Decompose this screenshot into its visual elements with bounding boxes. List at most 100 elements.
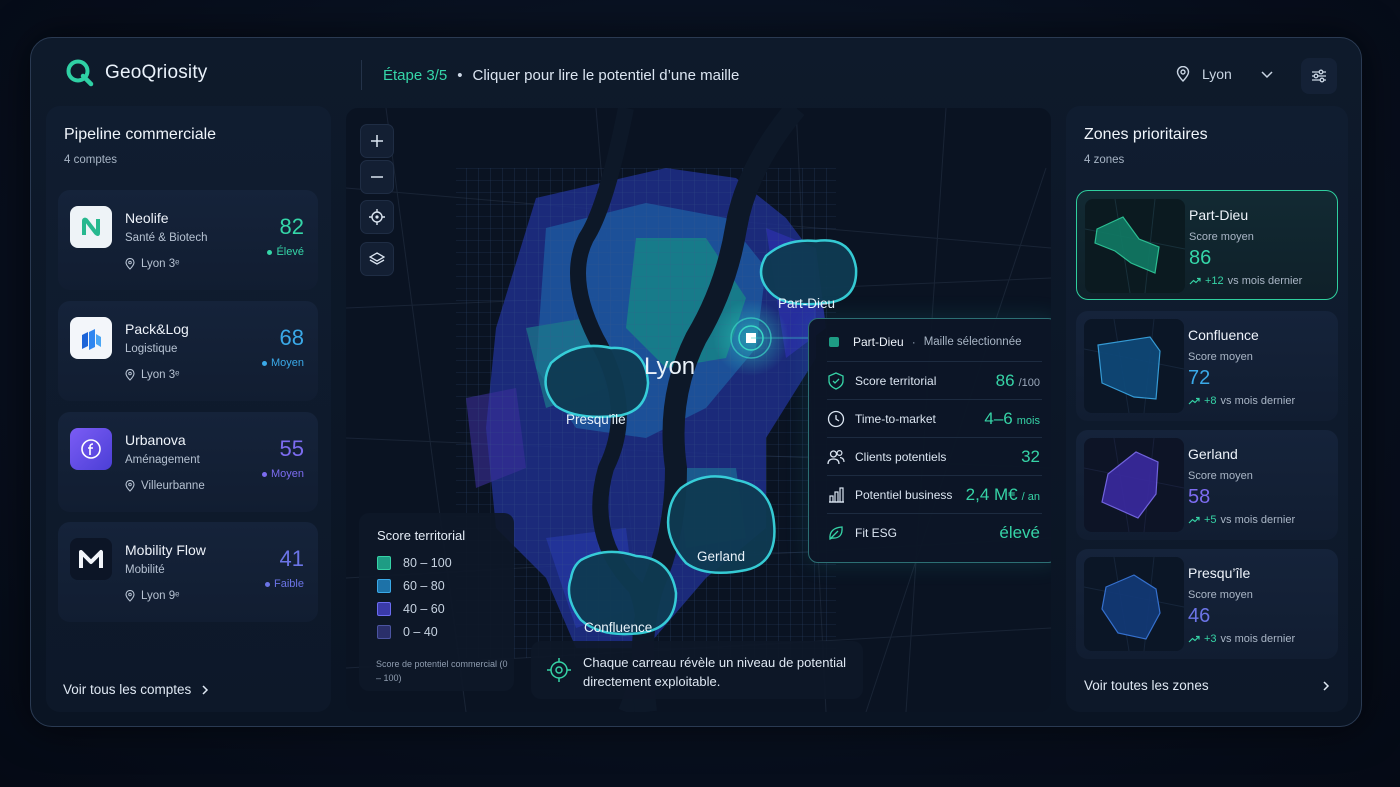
account-level-text: Moyen	[270, 357, 304, 369]
zone-score: 72	[1188, 367, 1211, 389]
account-name: Neolife	[125, 210, 169, 226]
level-dot	[261, 360, 267, 366]
see-all-accounts-link[interactable]: Voir tous les comptes	[63, 682, 209, 697]
zone-score: 86	[1189, 247, 1212, 269]
area-presquile[interactable]	[544, 344, 650, 419]
minus-icon	[371, 176, 383, 178]
popup-row-value: élevé	[999, 523, 1040, 543]
mobility-logo-icon	[79, 550, 103, 568]
popup-row-unit: /100	[1018, 376, 1040, 389]
zone-delta: +8 vs mois dernier	[1188, 395, 1295, 407]
account-location: Lyon 9ᵉ	[125, 590, 179, 602]
area-part-dieu[interactable]	[759, 239, 858, 306]
zone-name: Gerland	[1188, 446, 1238, 462]
level-dot	[261, 471, 267, 477]
account-sector: Logistique	[125, 343, 178, 355]
step-separator: •	[457, 67, 463, 84]
popup-row-label: Potentiel business	[855, 487, 953, 502]
see-all-zones-link[interactable]: Voir toutes les zones	[1084, 678, 1330, 693]
popup-row-value: 32	[1021, 447, 1040, 467]
popup-subtitle: Maille sélectionnée	[923, 336, 1022, 348]
zone-delta: +12 vs mois dernier	[1189, 275, 1302, 287]
zone-score-label: Score moyen	[1189, 231, 1254, 243]
account-location: Lyon 3ᵉ	[125, 258, 179, 270]
zoom-out-button[interactable]	[360, 160, 394, 194]
account-card[interactable]: Neolife Santé & Biotech Lyon 3ᵉ 82 Élevé	[58, 190, 318, 290]
location-pin-icon	[125, 369, 135, 381]
see-all-zones-label: Voir toutes les zones	[1084, 678, 1209, 693]
popup-row-value: 2,4 M€ / an	[966, 485, 1040, 505]
account-score: 82	[279, 214, 304, 239]
popup-row-business: Potentiel business 2,4 M€ / an	[827, 475, 1042, 513]
area-label-part-dieu: Part-Dieu	[778, 296, 836, 311]
level-dot	[265, 581, 271, 587]
account-level-text: Faible	[274, 578, 304, 590]
legend-item: 0 – 40	[377, 625, 438, 639]
legend-swatch	[377, 625, 391, 639]
urbanova-logo	[70, 428, 112, 470]
legend-item: 60 – 80	[377, 579, 445, 593]
zone-card[interactable]: Gerland Score moyen 58 +5 vs mois dernier	[1076, 430, 1338, 540]
zone-card[interactable]: Presqu’île Score moyen 46 +3 vs mois dern…	[1076, 549, 1338, 659]
zone-name: Confluence	[1188, 327, 1259, 343]
target-icon	[547, 658, 571, 682]
filters-button[interactable]	[1301, 58, 1337, 94]
app-logo[interactable]: GeoQriosity	[65, 58, 208, 88]
trend-up-icon	[1189, 277, 1201, 285]
layers-button[interactable]	[360, 242, 394, 276]
legend-item: 80 – 100	[377, 556, 452, 570]
hint-banner: Chaque carreau révèle un niveau de poten…	[531, 641, 863, 699]
account-score: 68	[279, 325, 304, 350]
zone-score-label: Score moyen	[1188, 470, 1253, 482]
zone-name: Presqu’île	[1188, 565, 1251, 581]
zone-delta: +3 vs mois dernier	[1188, 633, 1295, 645]
legend-item-label: 40 – 60	[403, 602, 445, 616]
map-view[interactable]: Part-Dieu Presqu'île Gerland Confluence …	[346, 108, 1051, 712]
chevron-right-icon	[202, 684, 209, 695]
city-dropdown[interactable]: Lyon	[1176, 66, 1274, 82]
account-location-text: Lyon 3ᵉ	[141, 369, 180, 381]
bar-chart-icon	[829, 486, 844, 503]
account-level: Élevé	[267, 246, 304, 258]
account-card[interactable]: Urbanova Aménagement Villeurbanne 55 Moy…	[58, 412, 318, 512]
hint-text: Chaque carreau révèle un niveau de poten…	[583, 655, 847, 689]
zone-thumbnail	[1084, 557, 1184, 651]
account-card[interactable]: Pack&Log Logistique Lyon 3ᵉ 68 Moyen	[58, 301, 318, 401]
location-pin-icon	[1176, 66, 1190, 82]
legend-item-label: 0 – 40	[403, 625, 438, 639]
account-card[interactable]: Mobility Flow Mobilité Lyon 9ᵉ 41 Faible	[58, 522, 318, 622]
packlog-logo	[70, 317, 112, 359]
zoom-in-button[interactable]	[360, 124, 394, 158]
users-icon	[827, 449, 845, 464]
account-location-text: Lyon 9ᵉ	[141, 590, 180, 602]
legend-note: Score de potentiel commercial (0 – 100)	[376, 659, 508, 683]
plus-icon	[371, 135, 383, 147]
location-pin-icon	[125, 590, 135, 602]
app-window: GeoQriosity Étape 3/5 • Cliquer pour lir…	[30, 37, 1362, 727]
zone-card[interactable]: Confluence Score moyen 72 +8 vs mois dern…	[1076, 311, 1338, 421]
legend-swatch	[377, 602, 391, 616]
popup-row-value-number: 4–6	[984, 408, 1013, 428]
area-label-confluence: Confluence	[584, 620, 653, 635]
popup-row-unit: mois	[1016, 414, 1040, 427]
account-sector: Santé & Biotech	[125, 232, 208, 244]
account-score: 55	[279, 436, 304, 461]
popup-row-label: Clients potentiels	[855, 449, 947, 464]
popup-row-value-number: 32	[1021, 446, 1040, 466]
account-score: 41	[279, 546, 304, 571]
mobility-logo	[70, 538, 112, 580]
zone-score-label: Score moyen	[1188, 351, 1253, 363]
crosshair-icon	[369, 209, 385, 225]
area-label-gerland: Gerland	[697, 549, 746, 564]
account-sector: Mobilité	[125, 564, 165, 576]
app-name: GeoQriosity	[105, 62, 208, 83]
popup-row-time: Time-to-market 4–6 mois	[827, 399, 1042, 437]
pipeline-panel: Pipeline commerciale 4 comptes Neolife S…	[46, 106, 331, 712]
account-level-text: Élevé	[276, 246, 304, 258]
account-location: Lyon 3ᵉ	[125, 369, 179, 381]
chevron-down-icon	[1261, 71, 1273, 79]
locate-button[interactable]	[360, 200, 394, 234]
see-all-accounts-label: Voir tous les comptes	[63, 682, 192, 697]
popup-row-esg: Fit ESG élevé	[827, 513, 1042, 551]
zone-card[interactable]: Part-Dieu Score moyen 86 +12 vs mois dern…	[1076, 190, 1338, 300]
